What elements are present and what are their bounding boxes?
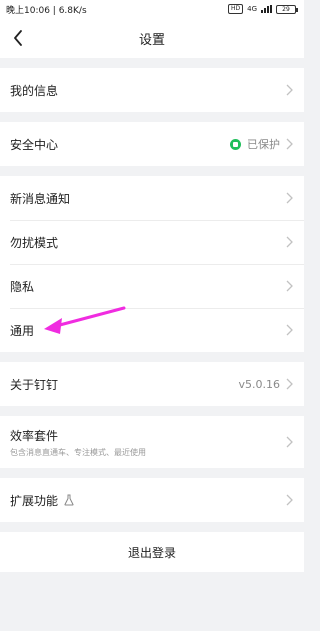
chevron-right-icon	[286, 494, 294, 506]
settings-item-extension[interactable]: 扩展功能	[0, 478, 304, 522]
settings-item-label: 效率套件	[10, 428, 59, 443]
status-bar: 晚上10:06 | 6.8K/s HD 4G 29	[0, 0, 304, 18]
settings-item-privacy[interactable]: 隐私	[0, 264, 304, 308]
group-profile: 我的信息	[0, 68, 304, 112]
efficiency-text: 效率套件 包含消息直通车、专注模式、最近使用	[10, 427, 146, 458]
chevron-right-icon	[286, 236, 294, 248]
settings-item-security[interactable]: 安全中心 已保护	[0, 122, 304, 166]
settings-item-label: 安全中心	[10, 137, 59, 152]
group-preferences: 新消息通知 勿扰模式 隐私 通用	[0, 176, 304, 352]
group-efficiency: 效率套件 包含消息直通车、专注模式、最近使用	[0, 416, 304, 468]
settings-item-label: 新消息通知	[10, 191, 71, 206]
logout-button[interactable]: 退出登录	[0, 532, 304, 572]
settings-item-label: 关于钉钉	[10, 377, 59, 392]
settings-item-description: 包含消息直通车、专注模式、最近使用	[10, 447, 146, 457]
protected-status-icon	[230, 138, 241, 150]
settings-item-efficiency[interactable]: 效率套件 包含消息直通车、专注模式、最近使用	[0, 416, 304, 468]
settings-item-label: 勿扰模式	[10, 235, 59, 250]
nav-bar: 设置	[0, 18, 304, 58]
chevron-right-icon	[286, 436, 294, 448]
status-icons: HD 4G 29	[227, 4, 298, 14]
chevron-right-icon	[286, 280, 294, 292]
page-title: 设置	[138, 32, 165, 48]
settings-item-label: 通用	[10, 323, 35, 338]
status-time: 晚上10:06 | 6.8K/s	[6, 5, 87, 16]
security-status: 已保护	[247, 138, 280, 151]
back-button[interactable]	[8, 28, 28, 48]
battery-icon: 29	[276, 4, 298, 14]
network-label: 4G	[247, 5, 257, 13]
chevron-right-icon	[286, 378, 294, 390]
chevron-right-icon	[286, 138, 294, 150]
settings-item-notifications[interactable]: 新消息通知	[0, 176, 304, 220]
logout-label: 退出登录	[127, 545, 176, 560]
settings-item-profile[interactable]: 我的信息	[0, 68, 304, 112]
app-version: v5.0.16	[238, 377, 281, 391]
chevron-left-icon	[14, 30, 22, 46]
settings-item-label: 隐私	[10, 279, 35, 294]
settings-item-do-not-disturb[interactable]: 勿扰模式	[0, 220, 304, 264]
battery-level: 29	[282, 5, 290, 13]
chevron-right-icon	[286, 84, 294, 96]
settings-item-general[interactable]: 通用	[0, 308, 304, 352]
settings-item-about[interactable]: 关于钉钉 v5.0.16	[0, 362, 304, 406]
group-extension: 扩展功能	[0, 478, 304, 522]
hd-icon: HD	[227, 4, 244, 14]
group-security: 安全中心 已保护	[0, 122, 304, 166]
settings-item-label: 扩展功能	[10, 493, 59, 508]
group-about: 关于钉钉 v5.0.16	[0, 362, 304, 406]
chevron-right-icon	[286, 192, 294, 204]
settings-item-label: 我的信息	[10, 83, 59, 98]
flask-icon	[64, 494, 74, 506]
chevron-right-icon	[286, 324, 294, 336]
signal-icon	[261, 5, 272, 13]
